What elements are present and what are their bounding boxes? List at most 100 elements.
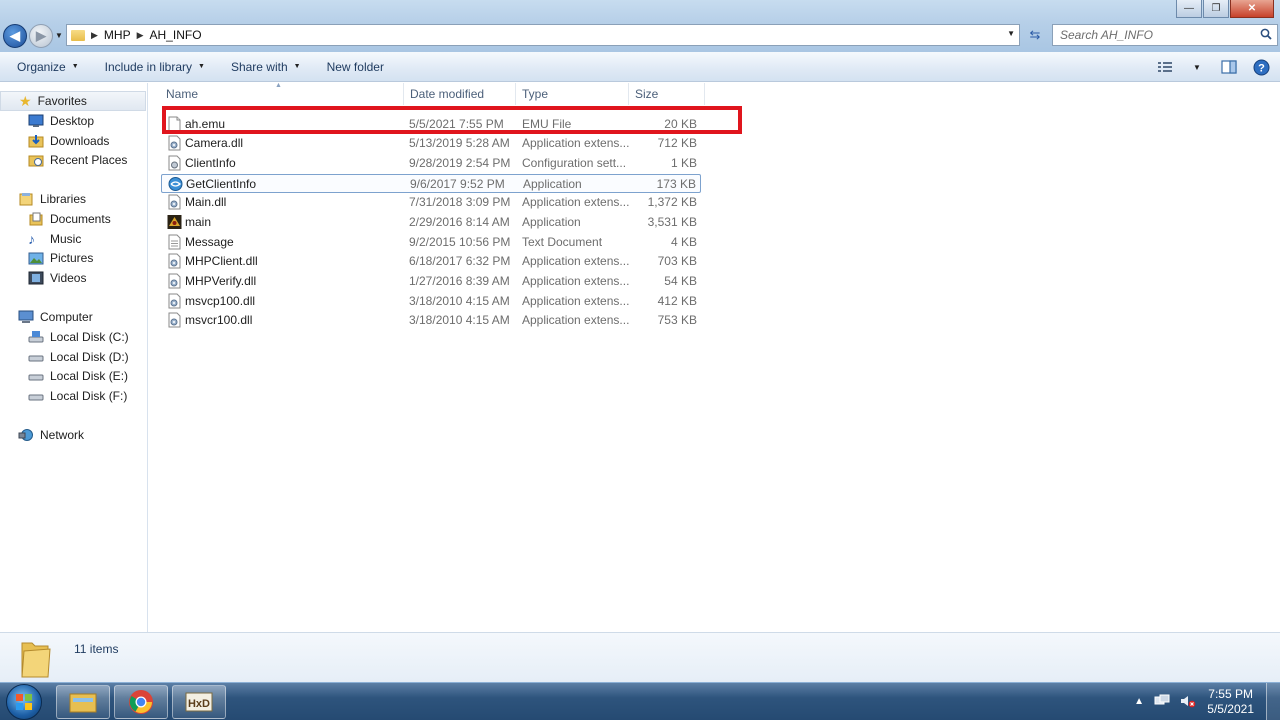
preview-pane-button[interactable] (1218, 56, 1240, 78)
file-name: ClientInfo (185, 156, 236, 170)
volume-muted-icon[interactable] (1180, 694, 1196, 708)
taskbar-hxd[interactable]: HxD (172, 685, 226, 719)
nav-disk-d[interactable]: Local Disk (D:) (0, 347, 129, 367)
column-header-type[interactable]: Type (516, 83, 629, 105)
nav-downloads[interactable]: Downloads (0, 131, 109, 151)
organize-menu[interactable]: Organize ▼ (8, 56, 88, 78)
system-tray: ▲ (1134, 694, 1196, 708)
nav-pictures[interactable]: Pictures (0, 248, 93, 268)
taskbar-clock[interactable]: 7:55 PM 5/5/2021 (1207, 687, 1254, 717)
search-icon[interactable] (1260, 28, 1272, 40)
system-drive-icon (28, 331, 44, 343)
nav-recent-places[interactable]: Recent Places (0, 150, 127, 170)
computer-icon (18, 310, 34, 323)
address-dropdown-icon[interactable]: ▼ (1007, 29, 1015, 38)
breadcrumb-ah-info[interactable]: AH_INFO (150, 28, 202, 42)
nav-music[interactable]: ♪ Music (0, 229, 81, 249)
clock-time: 7:55 PM (1208, 687, 1253, 701)
nav-network-label: Network (40, 428, 85, 442)
new-folder-button[interactable]: New folder (318, 56, 393, 78)
file-type: Application extens... (522, 313, 630, 327)
music-icon: ♪ (28, 231, 35, 247)
help-button[interactable]: ? (1250, 56, 1272, 78)
nav-libraries-label: Libraries (40, 192, 87, 206)
refresh-button[interactable]: ⇆ (1024, 25, 1046, 45)
nav-videos[interactable]: Videos (0, 268, 86, 288)
nav-disk-c[interactable]: Local Disk (C:) (0, 327, 129, 347)
file-name: Message (185, 235, 234, 249)
nav-computer[interactable]: Computer (0, 307, 93, 327)
file-name: msvcp100.dll (185, 294, 256, 308)
file-size: 712 KB (657, 136, 697, 150)
file-date: 1/27/2016 8:39 AM (409, 274, 510, 288)
file-row[interactable]: MHPClient.dll 6/18/2017 6:32 PM Applicatio… (161, 252, 701, 271)
search-input[interactable]: Search AH_INFO (1052, 24, 1278, 46)
taskbar: HxD ▲ 7:55 PM 5/5/2021 (0, 682, 1280, 721)
nav-downloads-label: Downloads (50, 134, 110, 148)
file-type: Application (522, 215, 581, 229)
column-header-name[interactable]: Name (160, 83, 404, 105)
taskbar-chrome[interactable] (114, 685, 168, 719)
network-status-icon[interactable] (1154, 694, 1170, 708)
dll-icon (167, 312, 182, 328)
minimize-button[interactable]: — (1176, 0, 1202, 18)
recent-pages-dropdown[interactable]: ▼ (55, 31, 63, 40)
file-list-pane: ▲ Name Date modified Type Size ah.emu 5/5… (149, 82, 1280, 632)
file-name: msvcr100.dll (185, 313, 253, 327)
show-desktop-button[interactable] (1266, 683, 1280, 721)
file-type: Application extens... (522, 274, 630, 288)
libraries-icon (19, 193, 33, 206)
videos-icon (28, 271, 44, 285)
start-button[interactable] (6, 684, 42, 720)
maximize-button[interactable]: ❐ (1203, 0, 1229, 18)
breadcrumb-mhp[interactable]: MHP (104, 28, 131, 42)
dll-icon (167, 253, 182, 269)
file-row[interactable]: msvcr100.dll 3/18/2010 4:15 AM Application… (161, 311, 701, 330)
file-row[interactable]: msvcp100.dll 3/18/2010 4:15 AM Application… (161, 292, 701, 311)
nav-videos-label: Videos (50, 271, 87, 285)
file-type: Application extens... (522, 136, 630, 150)
file-row[interactable]: Main.dll 7/31/2018 3:09 PM Application ext… (161, 193, 701, 212)
address-bar[interactable]: ▶ MHP ▶ AH_INFO ▼ (66, 24, 1020, 46)
file-row[interactable]: MHPVerify.dll 1/27/2016 8:39 AM Applicatio… (161, 272, 701, 291)
nav-favorites[interactable]: ★ Favorites (0, 91, 146, 111)
nav-desktop[interactable]: Desktop (0, 111, 94, 131)
nav-disk-f[interactable]: Local Disk (F:) (0, 386, 127, 406)
taskbar-explorer[interactable] (56, 685, 110, 719)
preview-pane-icon (1221, 60, 1237, 74)
file-type: Application extens... (522, 195, 630, 209)
file-date: 9/28/2019 2:54 PM (409, 156, 511, 170)
file-size: 753 KB (657, 313, 697, 327)
file-row[interactable]: main 2/29/2016 8:14 AM Application 3,531 KB (161, 213, 701, 232)
pictures-icon (28, 252, 44, 265)
column-header-date[interactable]: Date modified (404, 83, 516, 105)
file-size: 703 KB (657, 254, 697, 268)
nav-documents[interactable]: Documents (0, 209, 111, 229)
file-row[interactable]: Camera.dll 5/13/2019 5:28 AM Application e… (161, 134, 701, 153)
share-with-label: Share with (230, 59, 288, 74)
organize-label: Organize (17, 59, 66, 74)
nav-network[interactable]: Network (0, 425, 84, 445)
show-hidden-icons-button[interactable]: ▲ (1134, 696, 1144, 707)
close-button[interactable]: ✕ (1230, 0, 1274, 18)
file-row[interactable]: ClientInfo 9/28/2019 2:54 PM Configuration… (161, 154, 701, 173)
dll-icon (167, 293, 182, 309)
drive-icon (28, 374, 44, 381)
file-row[interactable]: Message 9/2/2015 10:56 PM Text Document 4 K… (161, 233, 701, 252)
change-view-button[interactable] (1154, 56, 1176, 78)
file-date: 9/6/2017 9:52 PM (410, 177, 505, 191)
nav-libraries[interactable]: Libraries (0, 189, 86, 209)
nav-disk-e[interactable]: Local Disk (E:) (0, 366, 128, 386)
include-in-library-menu[interactable]: Include in library ▼ (96, 56, 214, 78)
folder-icon (71, 29, 85, 41)
back-button[interactable]: ◀ (3, 24, 27, 48)
view-options-dropdown[interactable]: ▼ (1186, 56, 1208, 78)
file-row[interactable]: GetClientInfo 9/6/2017 9:52 PM Application… (161, 174, 701, 193)
chevron-right-icon[interactable]: ▶ (137, 30, 144, 41)
nav-desktop-label: Desktop (50, 114, 95, 128)
chevron-right-icon[interactable]: ▶ (91, 30, 98, 41)
share-with-menu[interactable]: Share with ▼ (222, 56, 310, 78)
forward-button[interactable]: ▶ (29, 24, 53, 48)
nav-disk-d-label: Local Disk (D:) (50, 350, 129, 364)
column-header-size[interactable]: Size (629, 83, 705, 105)
